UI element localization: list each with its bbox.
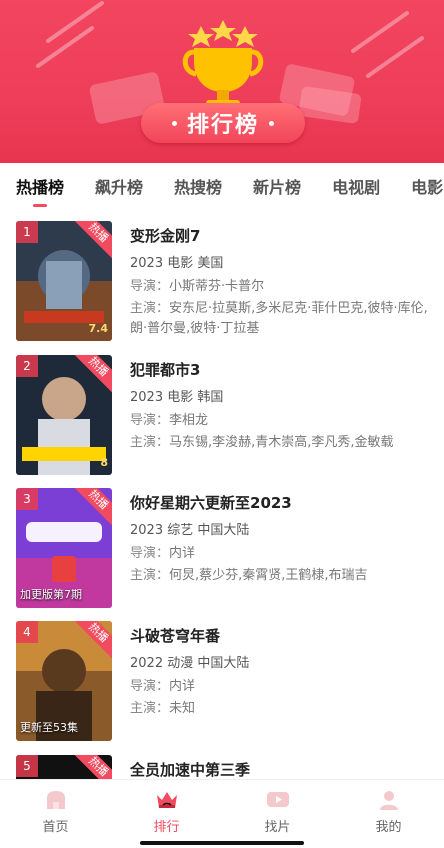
rank-badge: 3 [16, 488, 38, 510]
nav-label: 首页 [42, 820, 69, 835]
item-meta: 2023 电影 美国 [130, 252, 430, 271]
ranking-list: 1 热播 7.4 变形金刚7 2023 电影 美国 导演：小斯蒂芬·卡普尔 主演… [0, 209, 444, 779]
item-title[interactable]: 斗破苍穹年番 [130, 625, 430, 646]
poster-badge: 更新至53集 [20, 721, 78, 734]
item-director: 导演：内详 [130, 546, 196, 561]
poster[interactable]: 2 热播 8 [16, 355, 112, 475]
nav-home[interactable]: 首页 [0, 780, 111, 848]
rank-badge: 2 [16, 355, 38, 377]
rank-badge: 1 [16, 221, 38, 243]
poster[interactable]: 5 热播 [16, 755, 112, 779]
tab-tv[interactable]: 电视剧 [332, 174, 380, 198]
rank-badge: 5 [16, 755, 38, 777]
poster-score: 7.4 [88, 322, 109, 335]
crown-icon [156, 792, 177, 808]
nav-profile[interactable]: 我的 [333, 780, 444, 848]
item-meta: 2023 综艺 中国大陆 [130, 519, 430, 538]
item-type: 综艺 [167, 523, 194, 538]
play-icon [266, 792, 289, 807]
item-type: 电影 [167, 390, 194, 405]
nav-label: 我的 [375, 820, 402, 835]
item-cast: 主演：安东尼·拉莫斯,多米尼克·菲什巴克,彼特·库伦,朗·普尔曼,彼特·丁拉基 [130, 301, 428, 336]
item-meta: 2023 电影 韩国 [130, 386, 430, 405]
tab-rising[interactable]: 飙升榜 [95, 174, 143, 198]
rank-badge: 4 [16, 621, 38, 643]
poster[interactable]: 3 热播 加更版第7期 [16, 488, 112, 608]
item-director: 导演：内详 [130, 679, 196, 694]
nav-ranking[interactable]: 排行 [111, 780, 222, 848]
list-item[interactable]: 1 热播 7.4 变形金刚7 2023 电影 美国 导演：小斯蒂芬·卡普尔 主演… [16, 209, 436, 341]
list-item[interactable]: 3 热播 加更版第7期 你好星期六更新至2023 2023 综艺 中国大陆 导演… [16, 476, 436, 608]
banner-title: 排行榜 [141, 103, 305, 143]
title-dot [171, 120, 177, 126]
poster[interactable]: 1 热播 7.4 [16, 221, 112, 341]
poster-score: 8 [100, 456, 108, 469]
item-year: 2023 [130, 390, 164, 405]
item-type: 动漫 [167, 656, 194, 671]
tab-new[interactable]: 新片榜 [253, 174, 301, 198]
item-region: 美国 [197, 256, 224, 271]
item-type: 电影 [167, 256, 194, 271]
list-item[interactable]: 4 热播 更新至53集 斗破苍穹年番 2022 动漫 中国大陆 导演：内详 主演… [16, 609, 436, 741]
nav-label: 找片 [264, 820, 291, 835]
item-region: 中国大陆 [197, 523, 250, 538]
item-cast: 主演：马东锡,李浚赫,青木崇高,李凡秀,金敏载 [130, 435, 394, 450]
poster[interactable]: 4 热播 更新至53集 [16, 621, 112, 741]
item-year: 2023 [130, 256, 164, 271]
item-cast: 主演：何炅,蔡少芬,秦霄贤,王鹤棣,布瑞吉 [130, 568, 368, 583]
user-icon [379, 791, 398, 810]
item-title[interactable]: 犯罪都市3 [130, 359, 430, 380]
item-year: 2023 [130, 523, 164, 538]
title-dot [269, 120, 274, 126]
list-item[interactable]: 5 热播 全员加速中第三季 [16, 743, 436, 779]
item-region: 韩国 [197, 390, 224, 405]
home-icon [46, 791, 65, 809]
home-indicator [140, 841, 304, 845]
tab-movie[interactable]: 电影 [411, 174, 443, 198]
item-title[interactable]: 全员加速中第三季 [130, 759, 430, 779]
item-director: 导演：小斯蒂芬·卡普尔 [130, 279, 265, 294]
nav-label: 排行 [153, 820, 180, 835]
tab-hot-search[interactable]: 热搜榜 [174, 174, 222, 198]
tab-hot-play[interactable]: 热播榜 [16, 174, 64, 198]
bottom-nav: 首页 排行 找片 我的 [0, 779, 444, 848]
ranking-banner: 排行榜 [0, 0, 444, 163]
category-tabs: 热播榜 飙升榜 热搜榜 新片榜 电视剧 电影 [0, 163, 444, 209]
item-region: 中国大陆 [197, 656, 250, 671]
item-title[interactable]: 变形金刚7 [130, 225, 430, 246]
item-cast: 主演：未知 [130, 701, 196, 716]
item-year: 2022 [130, 656, 164, 671]
item-meta: 2022 动漫 中国大陆 [130, 652, 430, 671]
item-title[interactable]: 你好星期六更新至2023 [130, 492, 430, 513]
nav-discover[interactable]: 找片 [222, 780, 333, 848]
item-director: 导演：李相龙 [130, 413, 209, 428]
poster-badge: 加更版第7期 [20, 588, 82, 601]
banner-title-text: 排行榜 [186, 113, 259, 138]
list-item[interactable]: 2 热播 8 犯罪都市3 2023 电影 韩国 导演：李相龙 主演：马东锡,李浚… [16, 343, 436, 475]
